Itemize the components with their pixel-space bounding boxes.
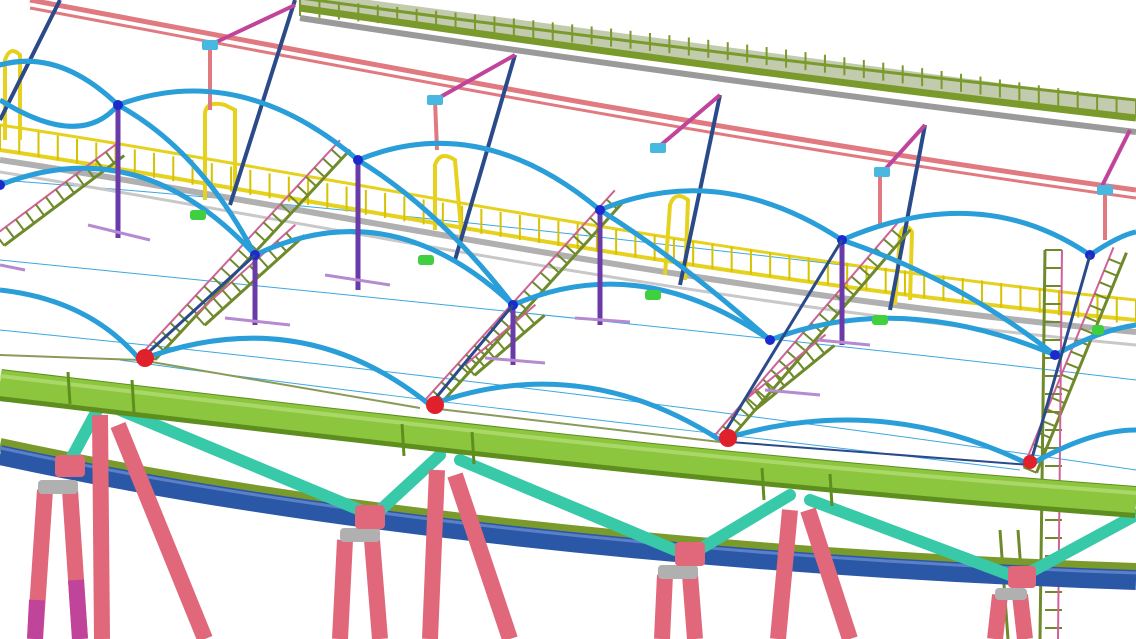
purple-posts xyxy=(115,105,845,365)
structural-model-scene xyxy=(0,0,1136,639)
